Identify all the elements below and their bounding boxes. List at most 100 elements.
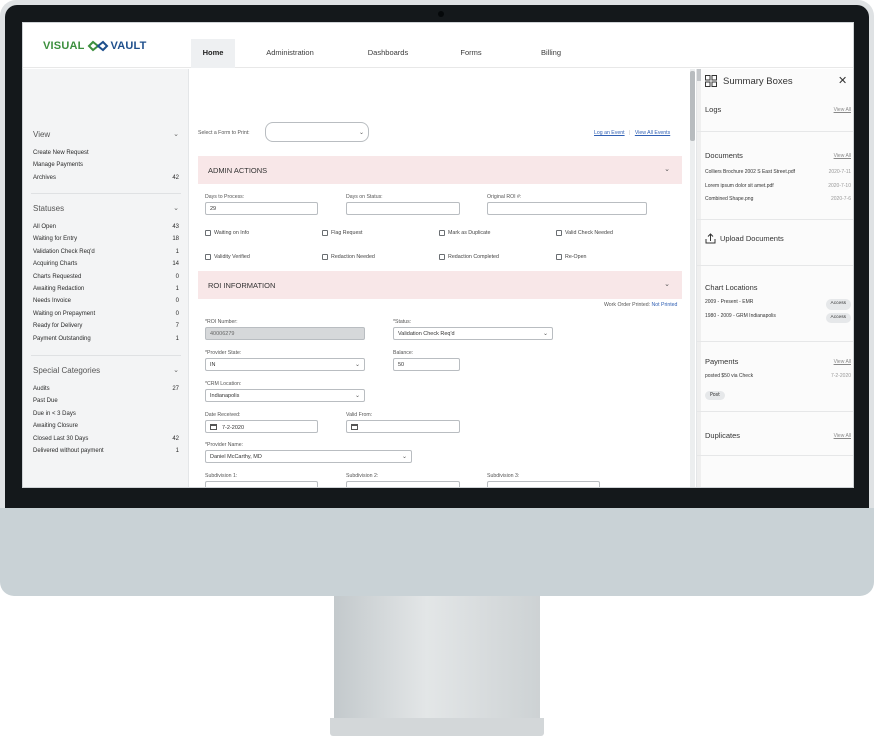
- sidebar-item-closed-last-30-days[interactable]: Closed Last 30 Days 42: [33, 433, 179, 445]
- checkbox-waiting-on-info[interactable]: Waiting on Info: [205, 230, 249, 236]
- document-item[interactable]: Lorem ipsum dolor sit amet.pdf 2020-7-10: [705, 180, 851, 194]
- checkbox-box[interactable]: [439, 230, 445, 236]
- nav-tab-home[interactable]: Home: [191, 39, 235, 68]
- checkbox-box[interactable]: [322, 230, 328, 236]
- checkbox-redaction-completed[interactable]: Redaction Completed: [439, 254, 499, 260]
- nav-tab-administration[interactable]: Administration: [235, 39, 345, 68]
- checkbox-redaction-needed[interactable]: Redaction Needed: [322, 254, 375, 260]
- sidebar-item-charts-requested[interactable]: Charts Requested 0: [33, 271, 179, 283]
- sidebar-item-needs-invoice[interactable]: Needs Invoice 0: [33, 295, 179, 307]
- view-all-events-link[interactable]: View All Events: [635, 130, 670, 136]
- main-content: Select a Form to Print: ⌄ Log an Event |…: [190, 69, 688, 487]
- work-order-value[interactable]: Not Printed: [651, 302, 677, 308]
- work-order-status: Work Order Printed: Not Printed: [604, 302, 678, 308]
- summary-box-payments: Payments View All posted $50 via Check 7-2…: [705, 357, 851, 400]
- upload-documents-button[interactable]: Upload Documents: [705, 233, 851, 244]
- checkbox-box[interactable]: [556, 254, 562, 260]
- roi-information-header[interactable]: ROI INFORMATION ⌄: [198, 271, 682, 299]
- document-item[interactable]: Combined Shape.png 2020-7-6: [705, 193, 851, 207]
- days-on-status-field[interactable]: [346, 202, 460, 215]
- sidebar-item-due-in-3-days[interactable]: Due in < 3 Days: [33, 408, 179, 420]
- subdivision-1-field[interactable]: [205, 481, 318, 487]
- status-select[interactable]: Validation Check Req'd ⌄: [393, 327, 553, 340]
- original-roi-label: Original ROI #:: [487, 194, 522, 200]
- checkbox-box[interactable]: [439, 254, 445, 260]
- sidebar-item-manage-payments[interactable]: Manage Payments: [33, 159, 179, 171]
- balance-field[interactable]: 50: [393, 358, 460, 371]
- camera-dot: [438, 11, 444, 17]
- sidebar-item-acquiring-charts[interactable]: Acquiring Charts 14: [33, 258, 179, 270]
- date-received-field[interactable]: 7-2-2020: [205, 420, 318, 433]
- status-label: *Status:: [393, 319, 412, 325]
- chart-location-item: 1980 - 2009 - GRM Indianapolis Access: [705, 310, 851, 323]
- view-all-link[interactable]: View All: [834, 107, 851, 113]
- checkbox-valid-check-needed[interactable]: Valid Check Needed: [556, 230, 613, 236]
- chevron-down-icon[interactable]: ⌄: [664, 280, 670, 288]
- chevron-down-icon[interactable]: ⌄: [664, 165, 670, 173]
- crm-location-select[interactable]: Indianapolis ⌄: [205, 389, 365, 402]
- view-all-link[interactable]: View All: [834, 153, 851, 159]
- view-all-link[interactable]: View All: [834, 359, 851, 365]
- sidebar-item-waiting-on-prepayment[interactable]: Waiting on Prepayment 0: [33, 308, 179, 320]
- original-roi-field[interactable]: [487, 202, 647, 215]
- nav-tab-billing[interactable]: Billing: [511, 39, 591, 68]
- checkbox-validity-verified[interactable]: Validity Verified: [205, 254, 250, 260]
- close-icon[interactable]: ✕: [838, 74, 847, 87]
- sidebar-item-delivered-without-payment[interactable]: Delivered without payment 1: [33, 445, 179, 457]
- checkbox-mark-as-duplicate[interactable]: Mark as Duplicate: [439, 230, 490, 236]
- sidebar-item-ready-for-delivery[interactable]: Ready for Delivery 7: [33, 320, 179, 332]
- sidebar-item-audits[interactable]: Audits 27: [33, 383, 179, 395]
- document-item[interactable]: Colliers Brochure 2002 S East Street.pdf…: [705, 166, 851, 180]
- sidebar-item-payment-outstanding[interactable]: Payment Outstanding 1: [33, 333, 179, 345]
- calendar-icon[interactable]: [351, 424, 358, 430]
- sidebar-item-archives[interactable]: Archives 42: [33, 172, 179, 184]
- summary-box-logs: Logs View All: [705, 105, 851, 114]
- access-button[interactable]: Access: [825, 312, 851, 323]
- sidebar-item-awaiting-redaction[interactable]: Awaiting Redaction 1: [33, 283, 179, 295]
- nav-tab-dashboards[interactable]: Dashboards: [345, 39, 431, 68]
- monitor-stand: [334, 596, 540, 722]
- view-all-link[interactable]: View All: [834, 433, 851, 439]
- sidebar-item-waiting-for-entry[interactable]: Waiting for Entry 18: [33, 233, 179, 245]
- checkbox-box[interactable]: [556, 230, 562, 236]
- sidebar-section-special-categories: Special Categories ⌄ Audits 27 Past Due D…: [33, 363, 179, 457]
- valid-from-field[interactable]: [346, 420, 460, 433]
- access-button[interactable]: Access: [825, 299, 851, 310]
- sidebar-section-header[interactable]: View ⌄: [33, 127, 179, 141]
- sidebar-divider: [31, 193, 181, 194]
- scrollbar-thumb[interactable]: [697, 69, 701, 81]
- checkbox-box[interactable]: [205, 254, 211, 260]
- sidebar-item-validation-check[interactable]: Validation Check Req'd 1: [33, 246, 179, 258]
- checkbox-flag-request[interactable]: Flag Request: [322, 230, 363, 236]
- print-form-select[interactable]: ⌄: [265, 122, 369, 142]
- subdivision-3-label: Subdivision 3:: [487, 473, 520, 479]
- nav-tab-forms[interactable]: Forms: [431, 39, 511, 68]
- sidebar-section-header[interactable]: Statuses ⌄: [33, 201, 179, 215]
- post-tag[interactable]: Post: [705, 391, 726, 400]
- valid-from-label: Valid From:: [346, 412, 373, 418]
- days-to-process-field[interactable]: 29: [205, 202, 318, 215]
- subdivision-2-field[interactable]: [346, 481, 460, 487]
- log-event-link[interactable]: Log an Event: [594, 130, 625, 136]
- checkbox-re-open[interactable]: Re-Open: [556, 254, 587, 260]
- print-form-label: Select a Form to Print:: [198, 130, 250, 136]
- calendar-icon[interactable]: [210, 424, 217, 430]
- provider-name-select[interactable]: Daniel McCarthy, MD ⌄: [205, 450, 412, 463]
- chevron-down-icon[interactable]: ⌄: [173, 366, 179, 374]
- scrollbar-thumb[interactable]: [690, 71, 695, 141]
- subdivision-2-label: Subdivision 2:: [346, 473, 379, 479]
- sidebar-item-awaiting-closure[interactable]: Awaiting Closure: [33, 420, 179, 432]
- main-scrollbar[interactable]: [690, 69, 695, 487]
- chevron-down-icon[interactable]: ⌄: [173, 204, 179, 212]
- checkbox-box[interactable]: [205, 230, 211, 236]
- sidebar-item-all-open[interactable]: All Open 43: [33, 221, 179, 233]
- sidebar-item-past-due[interactable]: Past Due: [33, 395, 179, 407]
- checkbox-box[interactable]: [322, 254, 328, 260]
- provider-state-select[interactable]: IN ⌄: [205, 358, 365, 371]
- visualvault-logo[interactable]: VISUAL VAULT: [43, 40, 147, 52]
- admin-actions-header[interactable]: ADMIN ACTIONS ⌄: [198, 156, 682, 184]
- chevron-down-icon[interactable]: ⌄: [173, 130, 179, 138]
- sidebar-section-header[interactable]: Special Categories ⌄: [33, 363, 179, 377]
- sidebar-item-create-new-request[interactable]: Create New Request: [33, 147, 179, 159]
- subdivision-3-field[interactable]: [487, 481, 600, 487]
